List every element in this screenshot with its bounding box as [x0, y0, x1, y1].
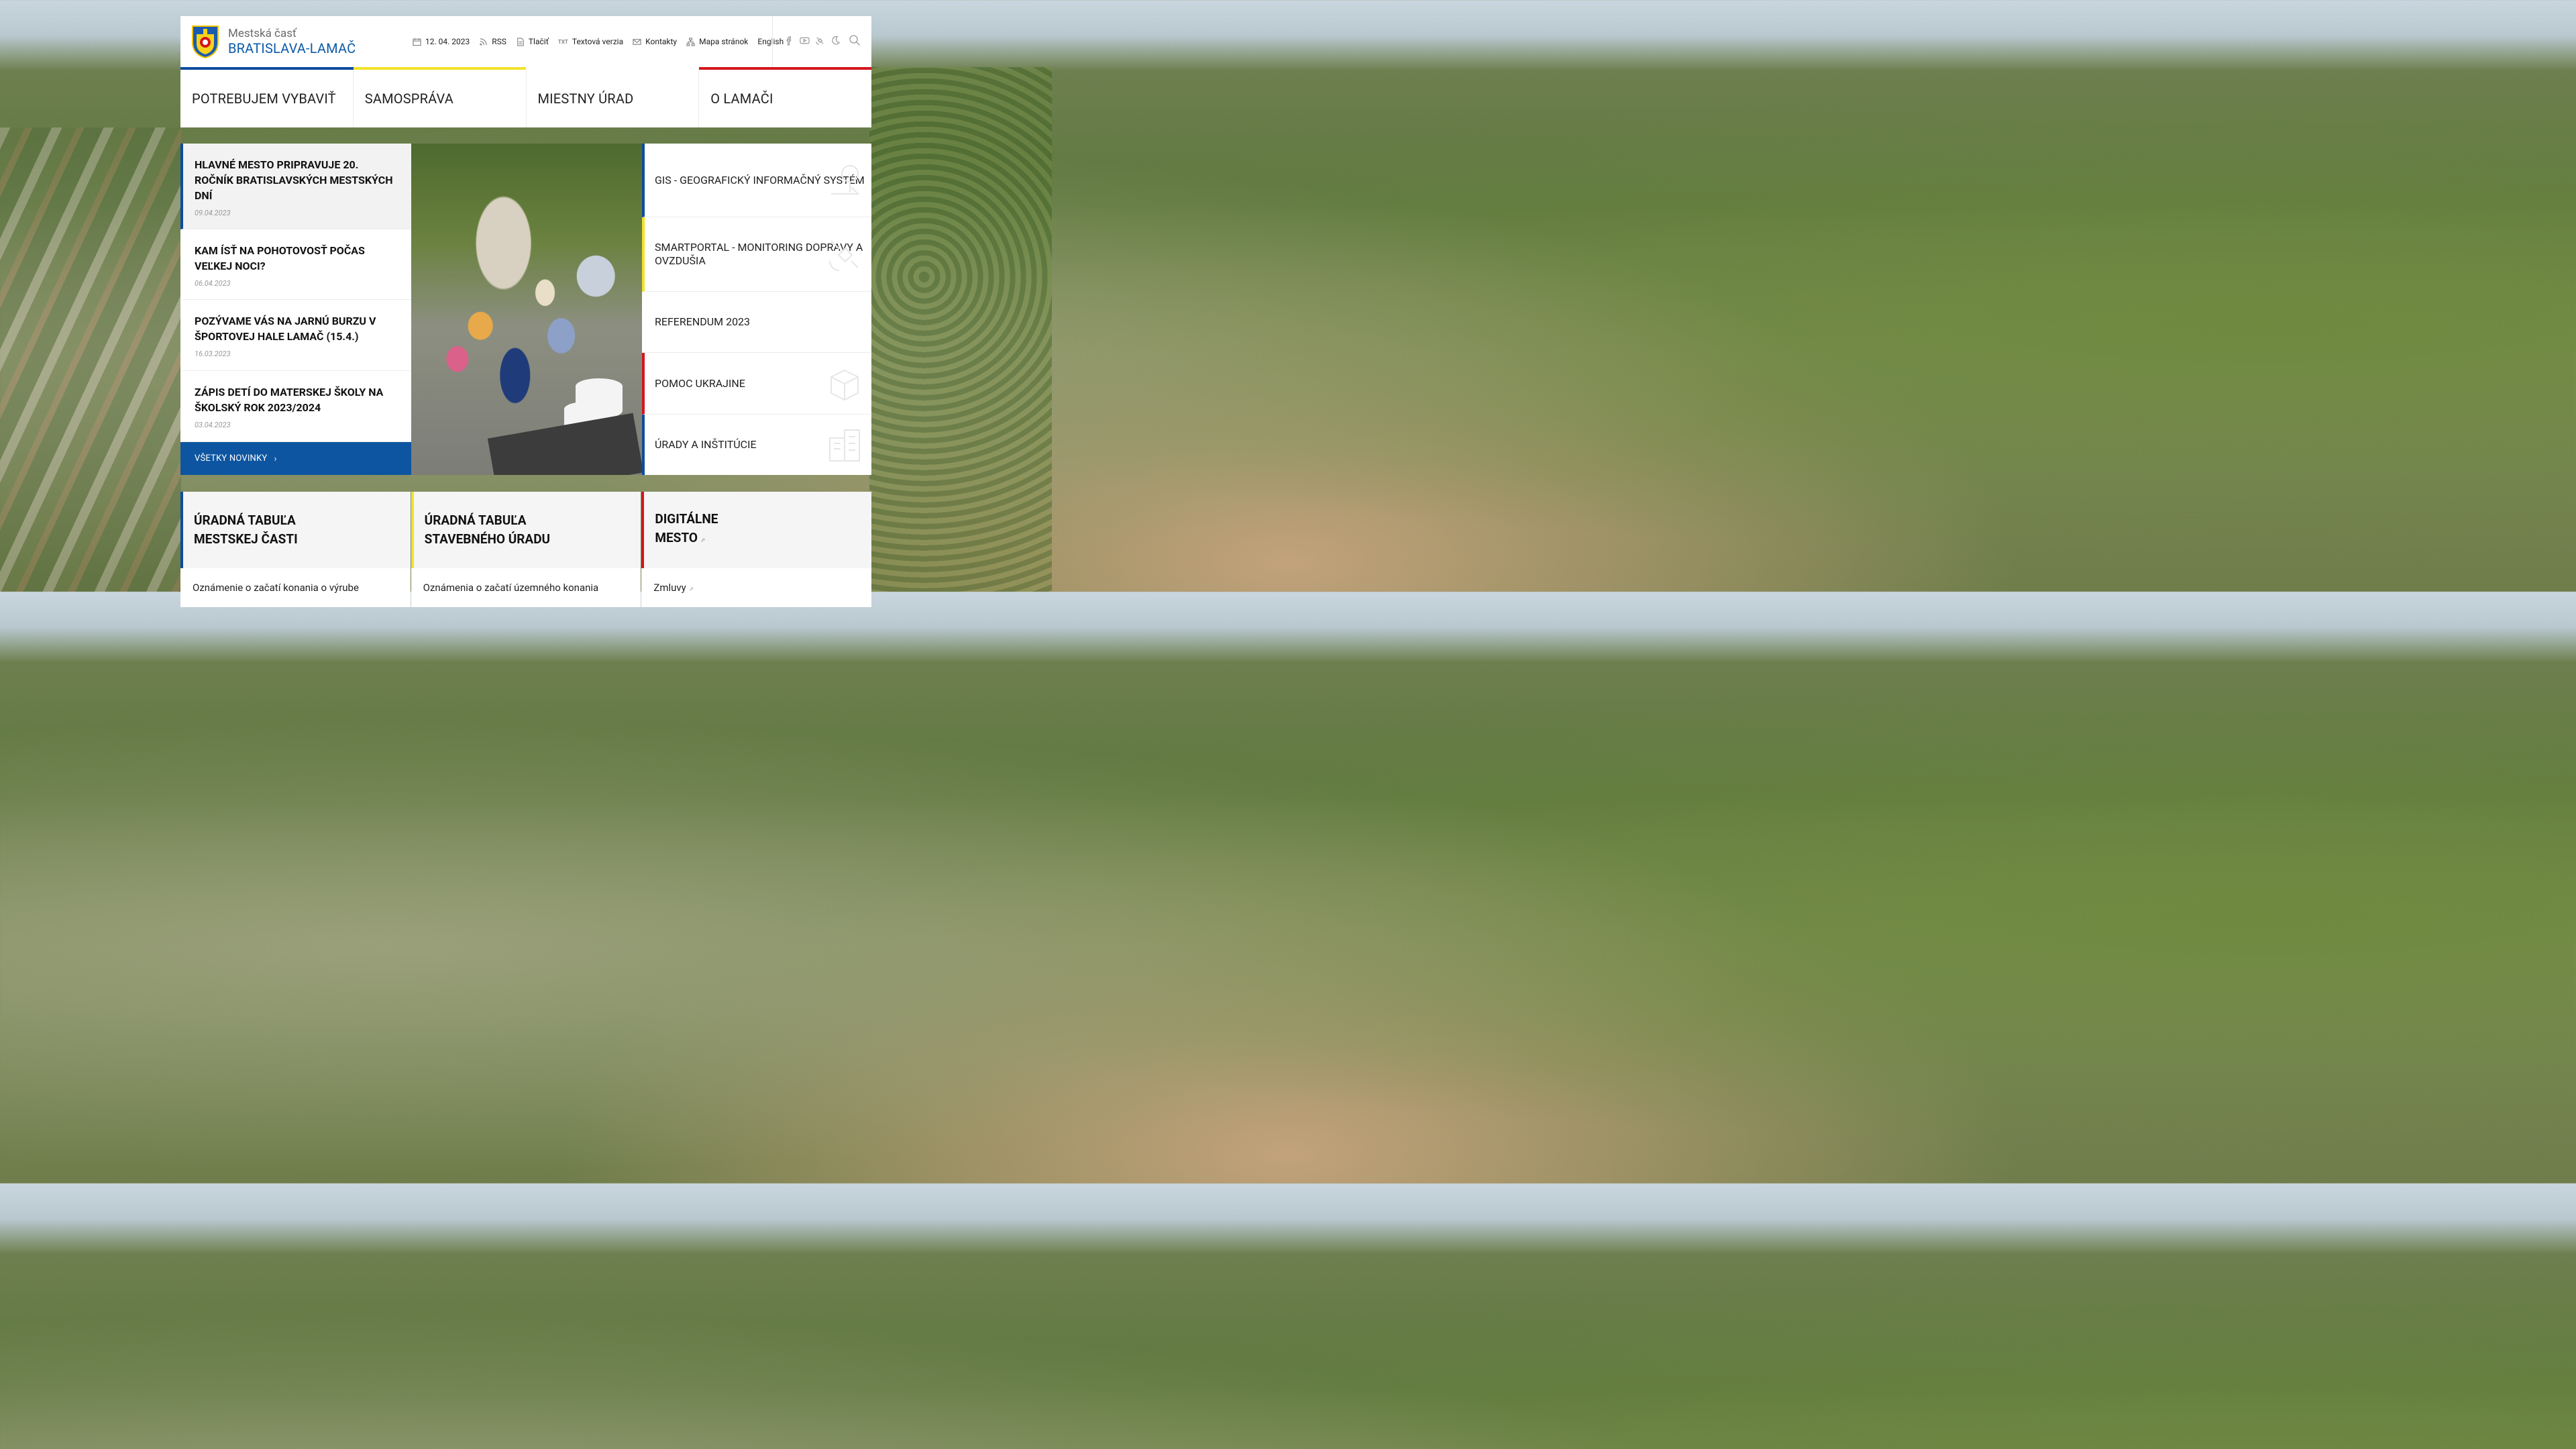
dark-mode-toggle[interactable] [825, 36, 841, 48]
news-date: 16.03.2023 [195, 350, 231, 358]
card-entry-label: Zmluvy [653, 582, 686, 594]
quick-link-smartportal[interactable]: SMARTPORTAL - MONITORING DOPRAVY A OVZDU… [642, 217, 871, 292]
background-forest [869, 67, 1052, 592]
contacts-link[interactable]: Kontakty [633, 37, 677, 46]
card-uradna-tabula-mc[interactable]: ÚRADNÁ TABUĽA MESTSKEJ ČASTI Oznámenie o… [180, 492, 411, 607]
quick-link-pomoc-ukrajine[interactable]: POMOC UKRAJINE [642, 353, 871, 415]
card-heading: DIGITÁLNE MESTO ⇗ [641, 492, 872, 568]
news-date: 06.04.2023 [195, 279, 231, 288]
card-uradna-tabula-su[interactable]: ÚRADNÁ TABUĽA STAVEBNÉHO ÚRADU Oznámenia… [411, 492, 641, 607]
quick-link-label: ÚRADY A INŠTITÚCIE [655, 437, 757, 451]
moon-icon [832, 36, 841, 44]
news-title: ZÁPIS DETÍ DO MATERSKEJ ŠKOLY NA ŠKOLSKÝ… [195, 386, 384, 414]
background-city [0, 127, 181, 592]
quick-link-label: REFERENDUM 2023 [655, 315, 751, 329]
box-icon [830, 369, 859, 400]
card-title-line1: ÚRADNÁ TABUĽA [194, 513, 296, 528]
external-link-icon: ⇗ [700, 537, 706, 544]
rss-icon [480, 38, 487, 46]
card-first-entry[interactable]: Oznámenie o začatí konania o výrube [180, 568, 411, 607]
news-item[interactable]: POZÝVAME VÁS NA JARNÚ BURZU V ŠPORTOVEJ … [180, 300, 411, 371]
news-item[interactable]: HLAVNÉ MESTO PRIPRAVUJE 20. ROČNÍK BRATI… [180, 144, 411, 229]
page-container: Mestská časť BRATISLAVA-LAMAČ 12. 04. 20… [180, 16, 872, 607]
news-item[interactable]: ZÁPIS DETÍ DO MATERSKEJ ŠKOLY NA ŠKOLSKÝ… [180, 371, 411, 442]
calendar-icon [413, 38, 421, 46]
site-logo[interactable]: Mestská časť BRATISLAVA-LAMAČ [180, 25, 392, 58]
nav-item-miestny-urad[interactable]: MIESTNY ÚRAD [527, 70, 700, 127]
quick-link-gis[interactable]: GIS - GEOGRAFICKÝ INFORMAČNÝ SYSTÉM [642, 144, 871, 218]
text-version-label: Textová verzia [572, 37, 624, 46]
site-header: Mestská časť BRATISLAVA-LAMAČ 12. 04. 20… [180, 16, 871, 67]
card-title-line2: MESTO [655, 530, 698, 545]
news-title: KAM ÍSŤ NA POHOTOVOSŤ POČAS VEĽKEJ NOCI? [195, 244, 365, 272]
featured-section: HLAVNÉ MESTO PRIPRAVUJE 20. ROČNÍK BRATI… [180, 144, 871, 475]
news-title: HLAVNÉ MESTO PRIPRAVUJE 20. ROČNÍK BRATI… [195, 158, 393, 202]
sitemap-label: Mapa stránok [699, 37, 749, 46]
sitemap-link[interactable]: Mapa stránok [686, 37, 748, 46]
facebook-icon [786, 36, 792, 46]
nav-label: SAMOSPRÁVA [364, 91, 453, 107]
news-list: HLAVNÉ MESTO PRIPRAVUJE 20. ROČNÍK BRATI… [180, 144, 411, 475]
header-icons [779, 16, 861, 67]
youtube-icon [800, 37, 810, 44]
date-display: 12. 04. 2023 [413, 37, 470, 46]
news-date: 03.04.2023 [195, 421, 231, 429]
news-item[interactable]: KAM ÍSŤ NA POHOTOVOSŤ POČAS VEĽKEJ NOCI?… [180, 229, 411, 300]
text-version-link[interactable]: TXT Textová verzia [558, 37, 623, 46]
card-digitalne-mesto[interactable]: DIGITÁLNE MESTO ⇗ Zmluvy ⇗ [641, 492, 872, 607]
document-icon [517, 37, 524, 46]
chevron-right-icon: › [274, 453, 277, 464]
nav-item-potrebujem-vybavit[interactable]: POTREBUJEM VYBAVIŤ [180, 70, 354, 127]
quick-links: GIS - GEOGRAFICKÝ INFORMAČNÝ SYSTÉM SMAR… [642, 144, 871, 475]
all-news-button[interactable]: VŠETKY NOVINKY › [180, 442, 411, 475]
card-title-line1: DIGITÁLNE [655, 511, 718, 527]
news-date: 09.04.2023 [195, 209, 231, 217]
featured-photo[interactable] [411, 144, 642, 475]
sitemap-icon [686, 37, 695, 46]
card-title-line1: ÚRADNÁ TABUĽA [424, 513, 527, 528]
card-first-entry[interactable]: Zmluvy ⇗ [641, 568, 871, 607]
current-date: 12. 04. 2023 [425, 37, 470, 46]
card-heading: ÚRADNÁ TABUĽA STAVEBNÉHO ÚRADU [411, 492, 641, 568]
card-first-entry[interactable]: Oznámenia o začatí územného konania [411, 568, 641, 607]
quick-link-referendum[interactable]: REFERENDUM 2023 [642, 292, 871, 354]
card-title-line2: MESTSKEJ ČASTI [194, 531, 298, 547]
card-heading: ÚRADNÁ TABUĽA MESTSKEJ ČASTI [180, 492, 411, 568]
quick-link-urady[interactable]: ÚRADY A INŠTITÚCIE [642, 414, 871, 475]
print-label: Tlačiť [528, 37, 549, 46]
nav-label: O LAMAČI [710, 91, 773, 107]
coat-of-arms-icon [192, 25, 219, 58]
satellite-button[interactable] [810, 36, 825, 48]
nav-label: MIESTNY ÚRAD [537, 91, 634, 107]
top-links: 12. 04. 2023 RSS Tlačiť TXT Textová verz… [413, 37, 793, 46]
nav-item-samosprava[interactable]: SAMOSPRÁVA [354, 70, 527, 127]
building-icon [829, 429, 860, 462]
satellite-icon [829, 240, 859, 272]
brand-subtitle: Mestská časť [228, 27, 297, 40]
satellite-icon [816, 36, 824, 45]
all-news-label: VŠETKY NOVINKY [195, 453, 268, 464]
youtube-button[interactable] [794, 36, 810, 48]
brand-title: BRATISLAVA-LAMAČ [228, 40, 356, 56]
nav-item-o-lamaci[interactable]: O LAMAČI [699, 70, 871, 127]
txt-icon: TXT [557, 38, 568, 45]
print-link[interactable]: Tlačiť [516, 37, 549, 46]
header-divider [772, 16, 773, 67]
rss-link[interactable]: RSS [479, 37, 506, 46]
contacts-label: Kontakty [645, 37, 678, 46]
map-pin-icon [831, 164, 860, 195]
facebook-button[interactable] [779, 36, 794, 48]
rss-label: RSS [492, 37, 506, 46]
quick-link-label: POMOC UKRAJINE [655, 376, 745, 390]
envelope-icon [633, 38, 641, 45]
nav-label: POTREBUJEM VYBAVIŤ [192, 91, 336, 107]
card-title-line2: STAVEBNÉHO ÚRADU [424, 531, 551, 547]
news-title: POZÝVAME VÁS NA JARNÚ BURZU V ŠPORTOVEJ … [195, 315, 376, 343]
external-link-icon: ⇗ [688, 586, 694, 593]
main-nav: POTREBUJEM VYBAVIŤ SAMOSPRÁVA MIESTNY ÚR… [180, 70, 871, 127]
search-icon [849, 35, 860, 46]
notice-boards: ÚRADNÁ TABUĽA MESTSKEJ ČASTI Oznámenie o… [180, 492, 872, 607]
search-button[interactable] [841, 34, 861, 49]
